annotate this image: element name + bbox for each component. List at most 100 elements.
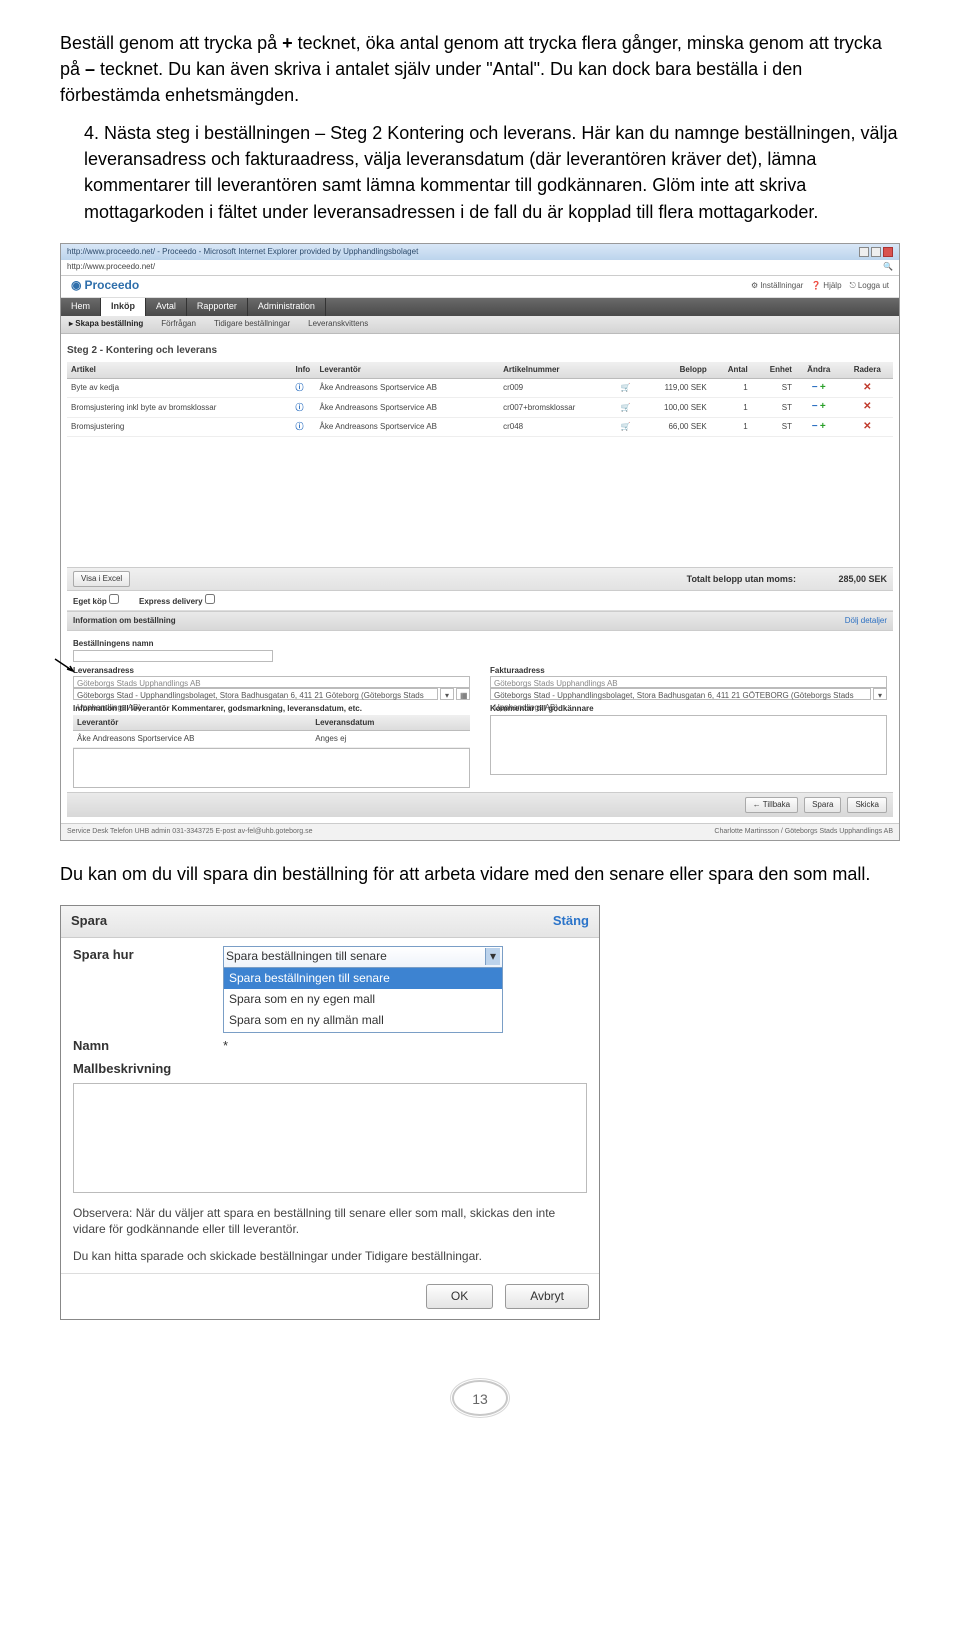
- eget-kop-text: Eget köp: [73, 597, 107, 606]
- fakadr-select[interactable]: Göteborgs Stad - Upphandlingsbolaget, St…: [490, 688, 871, 700]
- dropdown-option[interactable]: Spara som en ny egen mall: [224, 989, 502, 1010]
- tab-admin[interactable]: Administration: [248, 298, 326, 316]
- komm-godkannare-label: Kommentar till godkännare: [490, 700, 887, 715]
- back-button[interactable]: ← Tillbaka: [745, 797, 798, 813]
- required-asterisk: *: [223, 1037, 228, 1056]
- order-name-input[interactable]: [73, 650, 273, 662]
- eget-kop-checkbox[interactable]: [109, 594, 119, 604]
- dialog-header: Spara Stäng: [61, 906, 599, 938]
- dropdown-option[interactable]: Spara som en ny allmän mall: [224, 1010, 502, 1031]
- cell-enhet: ST: [752, 378, 796, 398]
- godkannare-comment-textarea[interactable]: [490, 715, 887, 775]
- info-header-title: Information om beställning: [73, 615, 176, 627]
- tab-avtal[interactable]: Avtal: [146, 298, 187, 316]
- maximize-icon[interactable]: [871, 247, 881, 257]
- submenu-skapa[interactable]: ▸ Skapa beställning: [69, 318, 143, 330]
- table-row: Byte av kedjaⓘÅke Andreasons Sportservic…: [67, 378, 893, 398]
- text: Du kan om du vill spara din beställning …: [60, 861, 900, 887]
- note-1: Observera: När du väljer att spara en be…: [73, 1205, 587, 1239]
- save-dialog: Spara Stäng Spara hur Spara beställninge…: [60, 905, 600, 1320]
- chevron-down-icon[interactable]: ▾: [873, 688, 887, 700]
- cell-radera: ✕: [842, 378, 893, 398]
- delete-icon[interactable]: ✕: [863, 421, 871, 432]
- excel-button[interactable]: Visa i Excel: [73, 571, 130, 587]
- levadr-label: Leveransadress: [73, 662, 470, 677]
- levadr-line1: Göteborgs Stads Upphandlings AB: [73, 676, 470, 688]
- main-menu: Hem Inköp Avtal Rapporter Administration: [61, 298, 899, 316]
- lev-column: Leverantör: [73, 715, 311, 731]
- description-textarea[interactable]: [73, 1083, 587, 1193]
- settings-link[interactable]: ⚙Inställningar: [751, 280, 803, 292]
- chevron-down-icon[interactable]: ▾: [440, 688, 454, 700]
- submenu-tidigare[interactable]: Tidigare beställningar: [214, 318, 290, 330]
- cancel-button[interactable]: Avbryt: [505, 1284, 589, 1309]
- page-number-wrap: 13: [60, 1380, 900, 1416]
- plus-icon[interactable]: +: [820, 382, 826, 393]
- levadr-select[interactable]: Göteborgs Stad - Upphandlingsbolaget, St…: [73, 688, 438, 700]
- table-row: Bromsjustering inkl byte av bromsklossar…: [67, 398, 893, 418]
- top-links: ⚙Inställningar ❓Hjälp ⎋Logga ut: [751, 280, 889, 292]
- namn-label: Namn: [73, 1037, 223, 1056]
- sub-menu: ▸ Skapa beställning Förfrågan Tidigare b…: [61, 316, 899, 334]
- search-icon[interactable]: 🔍: [883, 261, 893, 273]
- order-name-label: Beställningens namn: [73, 635, 887, 650]
- express-text: Express delivery: [139, 597, 203, 606]
- spara-hur-select[interactable]: Spara beställningen till senare ▾: [223, 946, 503, 968]
- cell-artnr: cr009: [499, 378, 616, 398]
- cell-lev: Åke Andreasons Sportservice AB: [316, 417, 500, 437]
- dropdown-option[interactable]: Spara beställningen till senare: [224, 968, 502, 989]
- express-label: Express delivery: [139, 594, 215, 608]
- minus-icon[interactable]: −: [812, 401, 818, 412]
- tab-hem[interactable]: Hem: [61, 298, 101, 316]
- form-area: Beställningens namn Leveransadress Göteb…: [67, 631, 893, 792]
- brand-logo: Proceedo: [71, 277, 139, 294]
- help-link[interactable]: ❓Hjälp: [811, 280, 841, 292]
- url-text: http://www.proceedo.net/: [67, 261, 155, 273]
- step-text: Nästa steg i beställningen – Steg 2 Kont…: [84, 123, 898, 221]
- dialog-close-link[interactable]: Stäng: [553, 912, 589, 931]
- browser-url-bar: http://www.proceedo.net/ 🔍: [61, 260, 899, 276]
- hide-details-link[interactable]: Dölj detaljer: [845, 615, 887, 627]
- col-antal: Antal: [711, 362, 752, 378]
- submenu-forfragan[interactable]: Förfrågan: [161, 318, 196, 330]
- tab-inkop[interactable]: Inköp: [101, 298, 146, 316]
- tab-rapporter[interactable]: Rapporter: [187, 298, 248, 316]
- footer-left: Service Desk Telefon UHB admin 031-33437…: [67, 827, 313, 837]
- info-icon[interactable]: ⓘ: [292, 378, 316, 398]
- footer-right: Charlotte Martinsson / Göteborgs Stads U…: [714, 827, 893, 837]
- ok-button[interactable]: OK: [426, 1284, 493, 1309]
- save-button[interactable]: Spara: [804, 797, 841, 813]
- settings-label: Inställningar: [760, 280, 803, 292]
- help-icon: ❓: [811, 280, 821, 292]
- fakadr-line1: Göteborgs Stads Upphandlings AB: [490, 676, 887, 688]
- info-icon[interactable]: ⓘ: [292, 417, 316, 437]
- delete-icon[interactable]: ✕: [863, 382, 871, 393]
- cart-icon[interactable]: 🛒: [617, 378, 637, 398]
- nav-buttons: ← Tillbaka Spara Skicka: [67, 792, 893, 817]
- logout-icon: ⎋: [850, 280, 856, 292]
- chevron-down-icon[interactable]: ▾: [485, 948, 500, 965]
- total-label: Totalt belopp utan moms:: [687, 574, 796, 584]
- cart-icon[interactable]: 🛒: [617, 417, 637, 437]
- cell-lev: Åke Andreasons Sportservice AB: [316, 378, 500, 398]
- send-button[interactable]: Skicka: [847, 797, 887, 813]
- plus-icon[interactable]: +: [820, 401, 826, 412]
- col-andra: Ändra: [796, 362, 842, 378]
- lev-comment-textarea[interactable]: [73, 748, 470, 788]
- cart-icon[interactable]: 🛒: [617, 398, 637, 418]
- browse-icon[interactable]: ▦: [456, 688, 470, 700]
- col-artikel: Artikel: [67, 362, 292, 378]
- close-icon[interactable]: [883, 247, 893, 257]
- col-enhet: Enhet: [752, 362, 796, 378]
- cell-artikel: Bromsjustering: [67, 417, 292, 437]
- express-checkbox[interactable]: [205, 594, 215, 604]
- delete-icon[interactable]: ✕: [863, 401, 871, 412]
- minus-icon[interactable]: −: [812, 382, 818, 393]
- plus-icon[interactable]: +: [820, 421, 826, 432]
- info-icon[interactable]: ⓘ: [292, 398, 316, 418]
- minus-icon[interactable]: −: [812, 421, 818, 432]
- logout-link[interactable]: ⎋Logga ut: [850, 280, 889, 292]
- info-lev-label: Information till leverantör Kommentarer,…: [73, 700, 470, 715]
- submenu-kvittens[interactable]: Leveranskvittens: [308, 318, 368, 330]
- minimize-icon[interactable]: [859, 247, 869, 257]
